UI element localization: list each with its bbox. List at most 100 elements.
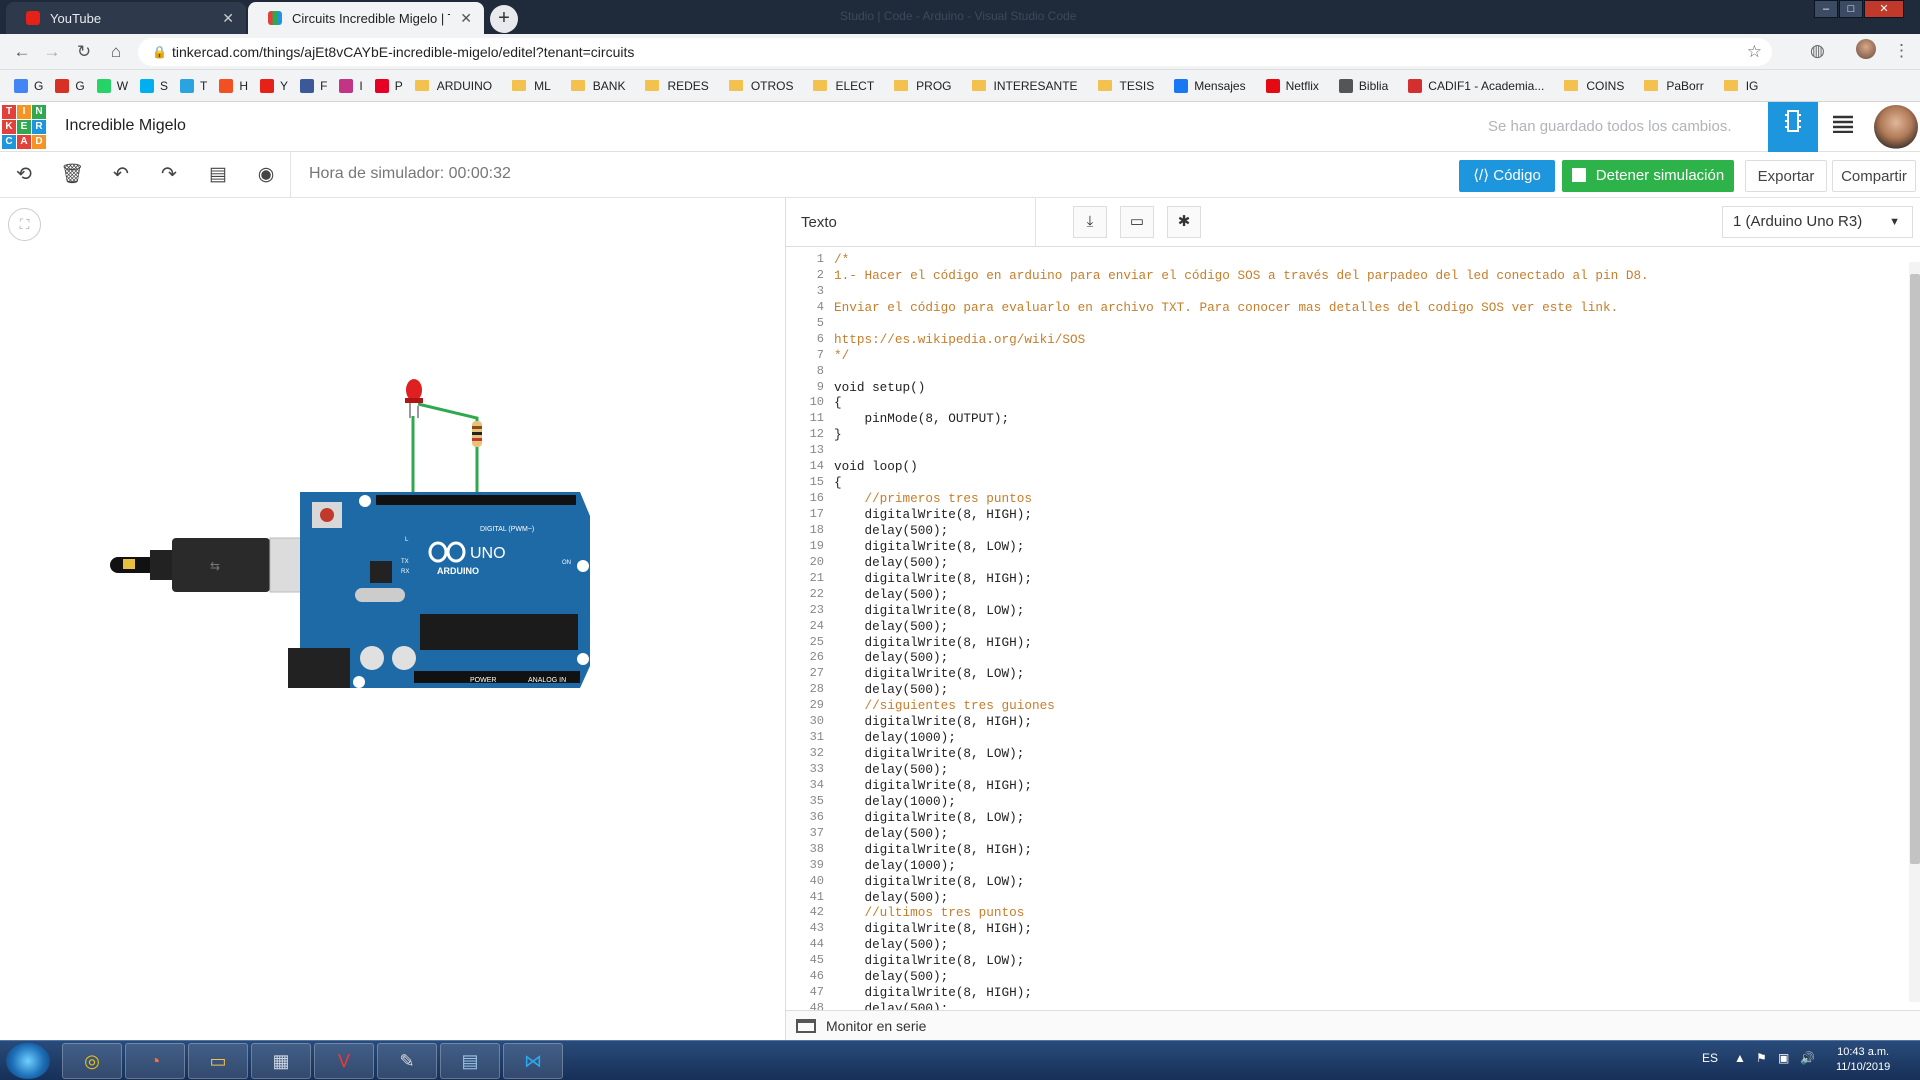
bookmark-item[interactable]: H <box>219 78 248 93</box>
wires[interactable] <box>411 402 479 503</box>
network-icon[interactable]: ▣ <box>1778 1051 1789 1065</box>
language-indicator[interactable]: ES <box>1702 1051 1718 1065</box>
code-line[interactable]: digitalWrite(8, LOW); <box>834 539 1874 555</box>
bookmark-item[interactable]: CADIF1 - Academia... <box>1408 78 1544 93</box>
code-line[interactable]: digitalWrite(8, HIGH); <box>834 985 1874 1001</box>
code-line[interactable] <box>834 284 1874 300</box>
code-line[interactable]: digitalWrite(8, HIGH); <box>834 571 1874 587</box>
device-select[interactable]: 1 (Arduino Uno R3) ▼ <box>1722 206 1913 238</box>
export-button[interactable]: Exportar <box>1745 160 1827 192</box>
vivaldi-icon[interactable]: V <box>314 1043 374 1079</box>
code-line[interactable]: //siguientes tres guiones <box>834 698 1874 714</box>
show-hidden-icons[interactable]: ▲ <box>1734 1051 1746 1065</box>
bookmark-item[interactable]: OTROS <box>728 79 793 93</box>
bookmark-item[interactable]: F <box>300 78 327 93</box>
circuit-canvas[interactable]: ⇆ UNO ARDUINO DIGITAL (PWM~) POWER ANALO… <box>0 198 785 1040</box>
bookmark-item[interactable]: TESIS <box>1097 79 1154 93</box>
bookmark-item[interactable]: IG <box>1723 79 1758 93</box>
code-line[interactable]: */ <box>834 348 1874 364</box>
delete-icon[interactable]: 🗑 <box>59 162 85 188</box>
code-line[interactable]: Enviar el código para evaluarlo en archi… <box>834 300 1874 316</box>
bookmark-item[interactable]: INTERESANTE <box>971 79 1078 93</box>
bookmark-item[interactable]: Mensajes <box>1174 78 1246 93</box>
bookmark-item[interactable]: BANK <box>570 79 625 93</box>
stop-simulation-button[interactable]: Detener simulación <box>1562 160 1734 192</box>
minimize-button[interactable]: – <box>1814 0 1838 18</box>
code-line[interactable] <box>834 316 1874 332</box>
code-line[interactable]: //ultimos tres puntos <box>834 905 1874 921</box>
serial-monitor-bar[interactable]: Monitor en serie <box>786 1010 1920 1040</box>
calculator-icon[interactable]: ▦ <box>251 1043 311 1079</box>
view-icon[interactable]: ◉ <box>253 162 279 188</box>
code-line[interactable]: digitalWrite(8, HIGH); <box>834 842 1874 858</box>
bookmark-item[interactable]: G <box>55 78 85 93</box>
code-line[interactable]: delay(1000); <box>834 730 1874 746</box>
home-icon[interactable]: ⌂ <box>104 40 128 64</box>
code-line[interactable]: delay(500); <box>834 969 1874 985</box>
code-line[interactable]: https://es.wikipedia.org/wiki/SOS <box>834 332 1874 348</box>
chrome-icon[interactable]: ◎ <box>62 1043 122 1079</box>
resistor[interactable] <box>472 421 482 447</box>
editor-mode-select[interactable]: Texto <box>786 198 1036 247</box>
code-line[interactable]: void loop() <box>834 459 1874 475</box>
download-icon[interactable]: ⤓ <box>1073 206 1107 238</box>
maximize-button[interactable]: □ <box>1839 0 1863 18</box>
close-icon[interactable]: ✕ <box>222 10 234 27</box>
code-line[interactable]: delay(500); <box>834 826 1874 842</box>
bookmark-item[interactable]: Biblia <box>1338 78 1388 93</box>
profile-avatar[interactable] <box>1856 39 1876 59</box>
code-line[interactable]: digitalWrite(8, HIGH); <box>834 778 1874 794</box>
code-line[interactable]: delay(500); <box>834 650 1874 666</box>
reload-icon[interactable]: ↻ <box>72 40 96 64</box>
code-line[interactable]: digitalWrite(8, LOW); <box>834 874 1874 890</box>
bookmark-item[interactable]: I <box>339 78 363 93</box>
menu-icon[interactable]: ⋮ <box>1893 41 1910 61</box>
bookmark-item[interactable]: W <box>96 78 128 93</box>
bookmark-star-icon[interactable]: ☆ <box>1747 38 1762 66</box>
code-line[interactable]: digitalWrite(8, HIGH); <box>834 714 1874 730</box>
code-line[interactable]: digitalWrite(8, LOW); <box>834 746 1874 762</box>
file-explorer-icon[interactable]: ▭ <box>188 1043 248 1079</box>
volume-icon[interactable]: 🔊 <box>1800 1051 1815 1065</box>
code-editor[interactable]: 1 2 3 4 5 6 7 8 9 10 11 12 13 14 15 16 17 18 19 20 21 22 23 24 2… <box>786 248 1920 1010</box>
scrollbar-thumb[interactable] <box>1910 274 1920 864</box>
bookmark-item[interactable]: ELECT <box>813 79 874 93</box>
code-line[interactable]: void setup() <box>834 380 1874 396</box>
code-line[interactable]: digitalWrite(8, HIGH); <box>834 921 1874 937</box>
bookmark-item[interactable]: PROG <box>894 79 952 93</box>
code-line[interactable]: delay(500); <box>834 619 1874 635</box>
debugger-icon[interactable]: ✱ <box>1167 206 1201 238</box>
arduino-board[interactable]: UNO ARDUINO DIGITAL (PWM~) POWER ANALOG … <box>288 492 590 688</box>
close-window-button[interactable]: ✕ <box>1864 0 1904 18</box>
code-line[interactable] <box>834 443 1874 459</box>
code-line[interactable]: digitalWrite(8, LOW); <box>834 603 1874 619</box>
bookmark-item[interactable]: Y <box>260 78 288 93</box>
bookmark-item[interactable]: COINS <box>1564 79 1624 93</box>
code-line[interactable]: delay(500); <box>834 587 1874 603</box>
code-line[interactable]: digitalWrite(8, HIGH); <box>834 507 1874 523</box>
forward-icon[interactable]: → <box>40 40 64 64</box>
code-line[interactable]: pinMode(8, OUTPUT); <box>834 411 1874 427</box>
bookmark-item[interactable]: ML <box>512 79 551 93</box>
code-line[interactable]: digitalWrite(8, LOW); <box>834 666 1874 682</box>
new-tab-button[interactable]: + <box>490 5 518 33</box>
code-line[interactable]: delay(500); <box>834 523 1874 539</box>
fit-view-button[interactable]: ⛶ <box>8 208 41 241</box>
code-line[interactable]: } <box>834 427 1874 443</box>
share-button[interactable]: Compartir <box>1832 160 1916 192</box>
bookmark-item[interactable]: T <box>180 78 207 93</box>
code-line[interactable]: delay(500); <box>834 937 1874 953</box>
bookmark-item[interactable]: ARDUINO <box>414 79 492 93</box>
bookmark-item[interactable]: P <box>374 78 403 93</box>
code-line[interactable]: digitalWrite(8, LOW); <box>834 810 1874 826</box>
code-line[interactable]: delay(500); <box>834 555 1874 571</box>
flag-icon[interactable]: ⚑ <box>1756 1051 1767 1065</box>
back-icon[interactable]: ← <box>10 40 34 64</box>
rotate-icon[interactable]: ⟲ <box>11 162 37 188</box>
user-avatar[interactable] <box>1874 105 1918 149</box>
code-line[interactable]: digitalWrite(8, HIGH); <box>834 635 1874 651</box>
code-line[interactable]: delay(500); <box>834 890 1874 906</box>
redo-icon[interactable]: ↷ <box>156 162 182 188</box>
circuit-view-button[interactable] <box>1768 102 1818 152</box>
tinkercad-logo[interactable]: TIN KER CAD <box>2 105 46 149</box>
